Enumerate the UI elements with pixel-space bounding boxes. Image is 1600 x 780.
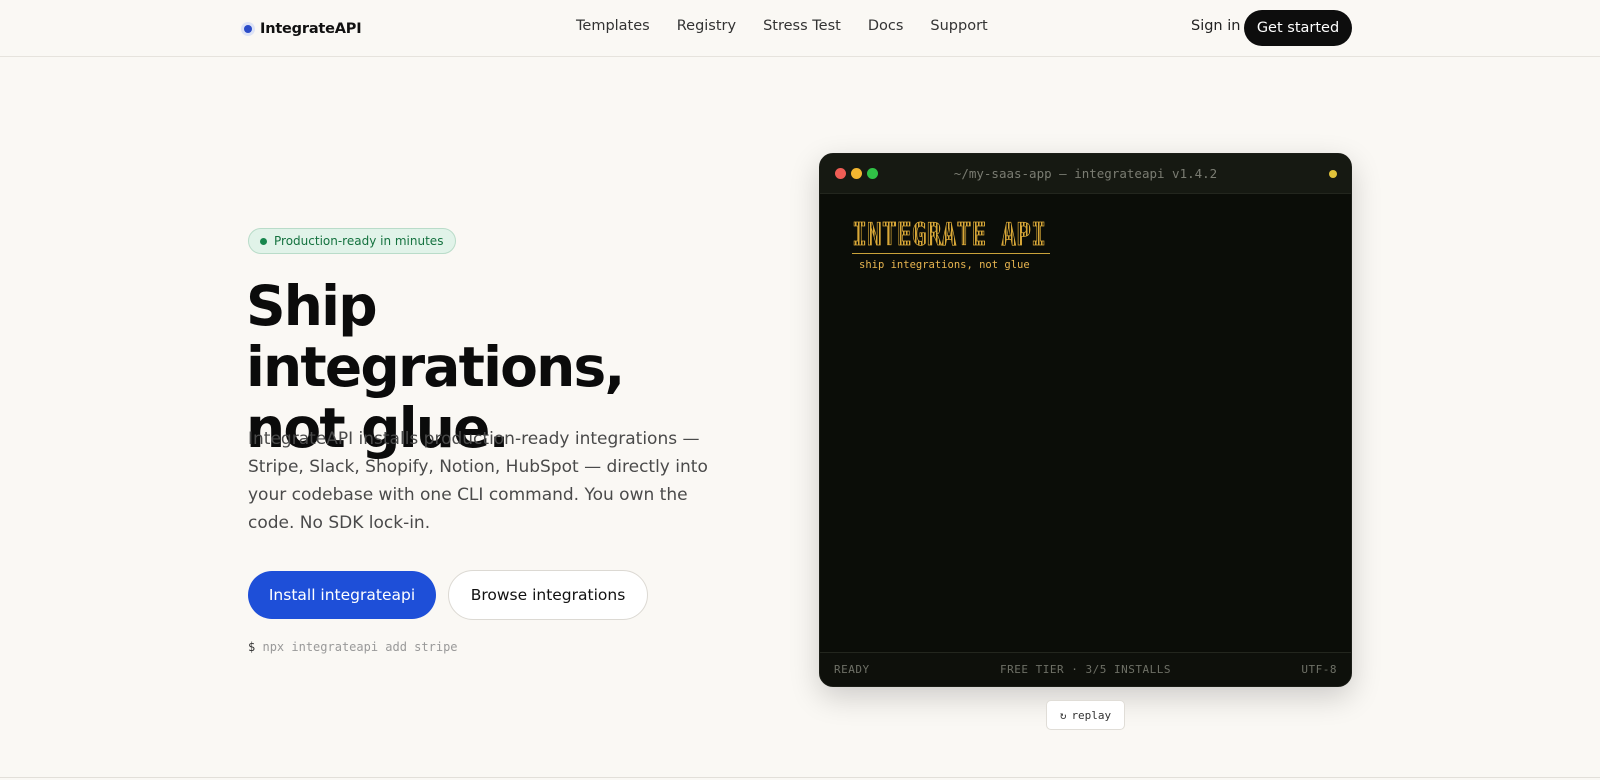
terminal-window: ~/my-saas-app — integrateapi v1.4.2 INTE…	[819, 153, 1352, 687]
terminal-status-bar: READY FREE TIER · 3/5 INSTALLS UTF-8	[820, 652, 1351, 686]
install-command[interactable]: $ npx integrateapi add stripe	[248, 640, 458, 654]
replay-button[interactable]: ↻ replay	[1046, 700, 1125, 730]
terminal-tagline: ship integrations, not glue	[859, 259, 1030, 271]
nav-link-stress-test[interactable]: Stress Test	[763, 18, 841, 34]
replay-label: replay	[1071, 708, 1112, 722]
nav-link-support[interactable]: Support	[930, 18, 987, 34]
status-tier: FREE TIER · 3/5 INSTALLS	[1000, 663, 1171, 676]
command-prompt: $	[248, 640, 256, 654]
nav-link-templates[interactable]: Templates	[576, 18, 650, 34]
nav-link-registry[interactable]: Registry	[677, 18, 736, 34]
brand-name: IntegrateAPI	[260, 21, 362, 37]
top-navigation: IntegrateAPI Templates Registry Stress T…	[0, 0, 1600, 57]
section-divider	[0, 777, 1600, 778]
badge-label: Production-ready in minutes	[274, 234, 444, 248]
nav-link-docs[interactable]: Docs	[868, 18, 904, 34]
terminal-title-bar: ~/my-saas-app — integrateapi v1.4.2	[820, 154, 1351, 194]
status-badge: Production-ready in minutes	[248, 228, 457, 254]
badge-dot-icon	[260, 237, 267, 245]
replay-icon: ↻	[1059, 708, 1067, 722]
headline-line-1: Ship integrations,	[246, 274, 625, 399]
hero-description: IntegrateAPI installs production-ready i…	[248, 429, 708, 533]
install-button[interactable]: Install integrateapi	[248, 571, 436, 619]
get-started-button[interactable]: Get started	[1244, 10, 1352, 46]
browse-integrations-button[interactable]: Browse integrations	[448, 570, 648, 620]
status-encoding: UTF-8	[1301, 663, 1337, 676]
ascii-underline	[852, 253, 1050, 254]
brand-dot-icon	[244, 25, 252, 33]
ascii-logo: INTEGRATE API	[852, 217, 1046, 250]
command-text: npx integrateapi add stripe	[262, 640, 458, 654]
nav-links: Templates Registry Stress Test Docs Supp…	[576, 18, 988, 34]
brand-logo[interactable]: IntegrateAPI	[244, 19, 362, 39]
terminal-title: ~/my-saas-app — integrateapi v1.4.2	[953, 166, 1218, 181]
sign-in-link[interactable]: Sign in	[1191, 18, 1240, 34]
status-indicator-icon	[1329, 170, 1337, 178]
ascii-logo-text: INTEGRATE API	[852, 217, 1046, 250]
